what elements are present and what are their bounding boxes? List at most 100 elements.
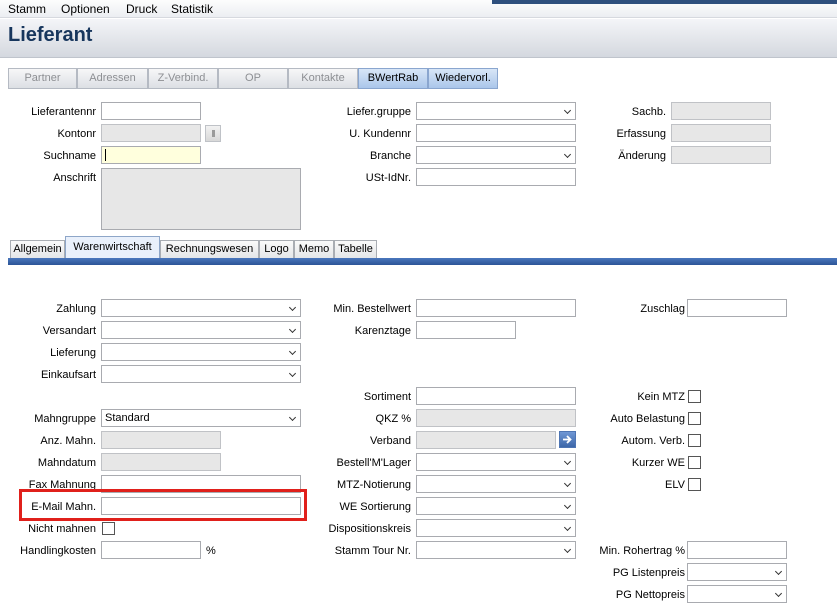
menu-accent-bar	[492, 0, 837, 4]
branche-select[interactable]	[416, 146, 576, 164]
label-u-kundennr: U. Kundennr	[349, 128, 411, 140]
menu-stamm[interactable]: Stamm	[8, 2, 46, 16]
kontonr-field	[101, 124, 201, 142]
tab-partner[interactable]: Partner	[8, 68, 77, 89]
sachb-field	[671, 102, 771, 120]
tab-allgemein[interactable]: Allgemein	[10, 240, 65, 258]
label-ust-idnr: USt-IdNr.	[365, 172, 411, 184]
arrow-right-icon	[563, 435, 572, 444]
label-bestell-lager: Bestell'M'Lager	[336, 457, 411, 469]
label-handlingkosten: Handlingkosten	[20, 545, 96, 557]
tab-bwertrab[interactable]: BWertRab	[358, 68, 428, 89]
mahngruppe-select[interactable]: Standard	[101, 409, 301, 427]
qkz-field	[416, 409, 576, 427]
label-kontonr: Kontonr	[57, 128, 96, 140]
label-kein-mtz: Kein MTZ	[637, 391, 685, 403]
label-mahngruppe: Mahngruppe	[34, 413, 96, 425]
anz-mahn-field	[101, 431, 221, 449]
mtz-notierung-select[interactable]	[416, 475, 576, 493]
einkaufsart-select[interactable]	[101, 365, 301, 383]
we-sortierung-select[interactable]	[416, 497, 576, 515]
tab-wiedervorl[interactable]: Wiedervorl.	[428, 68, 498, 89]
label-anschrift: Anschrift	[53, 172, 96, 184]
tab-op[interactable]: OP	[218, 68, 288, 89]
bestell-lager-select[interactable]	[416, 453, 576, 471]
versandart-select[interactable]	[101, 321, 301, 339]
text-cursor	[105, 149, 106, 161]
nicht-mahnen-checkbox[interactable]	[102, 522, 115, 535]
label-zuschlag: Zuschlag	[640, 303, 685, 315]
ust-idnr-field[interactable]	[416, 168, 576, 186]
page-title: Lieferant	[8, 24, 93, 46]
label-qkz: QKZ %	[375, 413, 411, 425]
label-karenztage: Karenztage	[354, 325, 411, 337]
kontonr-lookup-button[interactable]	[205, 125, 221, 142]
kein-mtz-checkbox[interactable]	[688, 390, 701, 403]
menu-optionen[interactable]: Optionen	[61, 2, 110, 16]
stamm-tour-nr-select[interactable]	[416, 541, 576, 559]
karenztage-field[interactable]	[416, 321, 516, 339]
autom-verb-checkbox[interactable]	[688, 434, 701, 447]
tab-warenwirtschaft[interactable]: Warenwirtschaft	[65, 236, 160, 258]
suchname-field[interactable]	[101, 146, 201, 164]
zahlung-select[interactable]	[101, 299, 301, 317]
title-band: Lieferant	[0, 19, 837, 58]
label-kurzer-we: Kurzer WE	[631, 457, 685, 469]
label-elv: ELV	[665, 479, 685, 491]
menu-statistik[interactable]: Statistik	[171, 2, 213, 16]
verband-field	[416, 431, 556, 449]
label-min-bestellwert: Min. Bestellwert	[333, 303, 411, 315]
erfassung-field	[671, 124, 771, 142]
label-nicht-mahnen: Nicht mahnen	[28, 523, 96, 535]
label-liefer-gruppe: Liefer.gruppe	[346, 106, 411, 118]
tab-tabelle[interactable]: Tabelle	[334, 240, 377, 258]
label-branche: Branche	[370, 150, 411, 162]
aenderung-field	[671, 146, 771, 164]
pg-nettopreis-select[interactable]	[687, 585, 787, 603]
info-icon	[212, 130, 215, 137]
tab-z-verbind[interactable]: Z-Verbind.	[148, 68, 218, 89]
label-stamm-tour-nr: Stamm Tour Nr.	[334, 545, 411, 557]
label-pg-nettopreis: PG Nettopreis	[615, 589, 685, 601]
u-kundennr-field[interactable]	[416, 124, 576, 142]
label-mtz-notierung: MTZ-Notierung	[337, 479, 411, 491]
menu-druck[interactable]: Druck	[126, 2, 157, 16]
dispositionskreis-select[interactable]	[416, 519, 576, 537]
min-bestellwert-field[interactable]	[416, 299, 576, 317]
handlingkosten-field[interactable]	[101, 541, 201, 559]
pg-listenpreis-select[interactable]	[687, 563, 787, 581]
label-pg-listenpreis: PG Listenpreis	[612, 567, 685, 579]
liefer-gruppe-select[interactable]	[416, 102, 576, 120]
tab-content-rule	[8, 258, 837, 265]
label-lieferung: Lieferung	[50, 347, 96, 359]
lieferung-select[interactable]	[101, 343, 301, 361]
label-we-sortierung: WE Sortierung	[339, 501, 411, 513]
verband-goto-button[interactable]	[559, 431, 576, 448]
tab-rechnungswesen[interactable]: Rechnungswesen	[160, 240, 259, 258]
tab-memo[interactable]: Memo	[294, 240, 334, 258]
label-zahlung: Zahlung	[56, 303, 96, 315]
menu-bar: Stamm Optionen Druck Statistik	[0, 0, 837, 18]
label-erfassung: Erfassung	[616, 128, 666, 140]
label-dispositionskreis: Dispositionskreis	[328, 523, 411, 535]
kurzer-we-checkbox[interactable]	[688, 456, 701, 469]
label-verband: Verband	[370, 435, 411, 447]
label-sortiment: Sortiment	[363, 391, 411, 403]
elv-checkbox[interactable]	[688, 478, 701, 491]
anschrift-textarea	[101, 168, 301, 230]
label-anz-mahn: Anz. Mahn.	[40, 435, 96, 447]
label-auto-belastung: Auto Belastung	[610, 413, 685, 425]
tab-kontakte[interactable]: Kontakte	[288, 68, 358, 89]
sortiment-field[interactable]	[416, 387, 576, 405]
zuschlag-field[interactable]	[687, 299, 787, 317]
tab-adressen[interactable]: Adressen	[77, 68, 148, 89]
min-rohertrag-field[interactable]	[687, 541, 787, 559]
label-mahndatum: Mahndatum	[37, 457, 96, 469]
tab-logo[interactable]: Logo	[259, 240, 294, 258]
lieferantennr-field[interactable]	[101, 102, 201, 120]
label-sachb: Sachb.	[631, 106, 666, 118]
highlight-box	[19, 489, 307, 521]
auto-belastung-checkbox[interactable]	[688, 412, 701, 425]
label-min-rohertrag: Min. Rohertrag %	[599, 545, 685, 557]
label-suchname: Suchname	[43, 150, 96, 162]
